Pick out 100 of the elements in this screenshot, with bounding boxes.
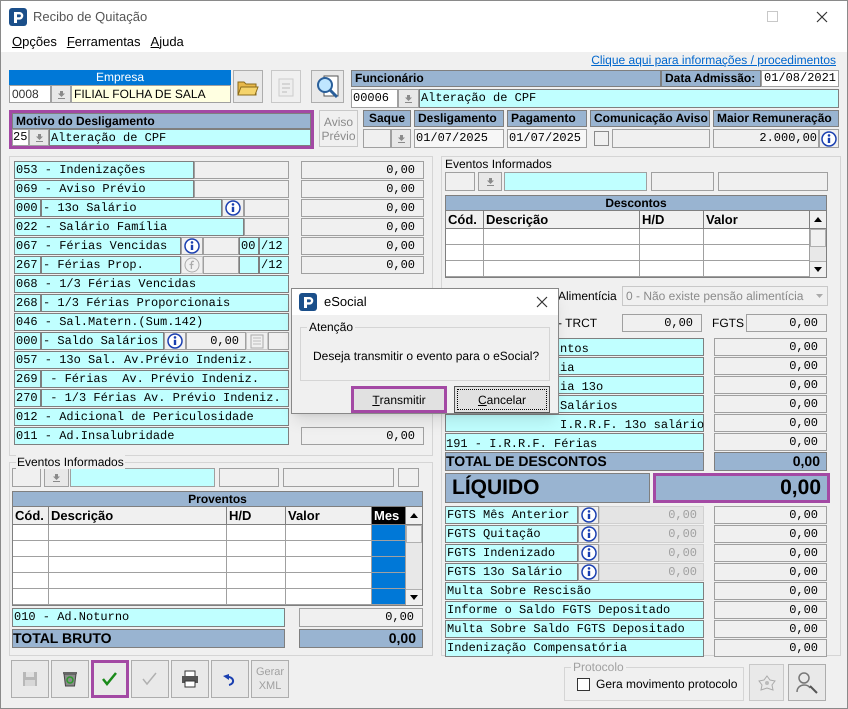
amount-field[interactable]: 0,00 xyxy=(714,433,827,451)
toolbar-button[interactable] xyxy=(211,660,249,698)
table-cell[interactable] xyxy=(484,245,640,261)
table-cell[interactable] xyxy=(286,525,372,541)
table-cell[interactable] xyxy=(704,245,810,261)
scroll-up-button[interactable] xyxy=(406,507,423,525)
close-icon[interactable] xyxy=(536,296,548,308)
amount-field[interactable]: 0,00 xyxy=(714,414,827,432)
amount-field[interactable]: 0,00 xyxy=(714,601,827,619)
company-field[interactable]: FILIAL FOLHA DE SALA xyxy=(71,85,231,103)
empty-field[interactable] xyxy=(283,468,394,487)
dropdown-button[interactable] xyxy=(478,172,502,191)
amount-field[interactable]: 0,00 xyxy=(186,332,246,350)
info-button[interactable] xyxy=(578,563,599,581)
amount-field[interactable]: 0,00 xyxy=(714,639,827,657)
toolbar-button[interactable] xyxy=(171,660,209,698)
date-field[interactable]: 01/07/2025 xyxy=(507,129,587,148)
dialog-button[interactable]: Cancelar xyxy=(454,386,550,413)
table-cell[interactable] xyxy=(49,541,227,557)
amount-field[interactable]: 0,00 xyxy=(622,314,702,332)
column-header[interactable]: Valor xyxy=(704,211,810,229)
table-cell[interactable] xyxy=(13,557,49,573)
table-cell[interactable] xyxy=(13,573,49,589)
empty-field[interactable] xyxy=(219,468,279,487)
dropdown-button[interactable] xyxy=(51,85,71,103)
info-button[interactable] xyxy=(164,332,186,350)
date-field[interactable]: 01/08/2021 xyxy=(761,70,839,87)
dropdown-button[interactable] xyxy=(391,129,411,148)
code-field[interactable]: 00006 xyxy=(351,89,398,108)
help-link[interactable]: Clique aqui para informações / procedimentos xyxy=(591,52,836,68)
table-cell[interactable] xyxy=(640,229,704,245)
employee-field[interactable]: Alteração de CPF xyxy=(419,89,839,108)
scrollbar[interactable] xyxy=(406,525,423,605)
dialog-button[interactable]: Transmitir xyxy=(351,386,447,413)
amount-field[interactable]: 0,00 xyxy=(714,563,827,581)
column-header[interactable]: Valor xyxy=(286,507,372,525)
table-cell[interactable] xyxy=(372,541,406,557)
amount-field[interactable]: 0,00 xyxy=(301,161,424,179)
table-cell[interactable] xyxy=(13,589,49,605)
scrollbar-thumb[interactable] xyxy=(406,525,422,543)
table-cell[interactable] xyxy=(227,573,286,589)
info-button[interactable] xyxy=(181,237,203,255)
table-cell[interactable] xyxy=(372,589,406,605)
amount-field[interactable]: 0,00 xyxy=(714,620,827,638)
column-header[interactable]: Descrição xyxy=(49,507,227,525)
empty-field[interactable] xyxy=(651,172,714,191)
dropdown-button[interactable] xyxy=(44,468,69,487)
column-header[interactable]: H/D xyxy=(640,211,704,229)
table-cell[interactable] xyxy=(640,245,704,261)
event-field[interactable] xyxy=(70,468,215,487)
amount-field[interactable]: 0,00 xyxy=(714,395,827,413)
amount-field[interactable]: 0,00 xyxy=(301,199,424,217)
count-field[interactable] xyxy=(239,256,259,274)
empty-field[interactable] xyxy=(12,468,41,487)
table-cell[interactable] xyxy=(372,525,406,541)
dropdown-button[interactable] xyxy=(398,89,419,108)
count-field[interactable]: 00 xyxy=(239,237,259,255)
table-cell[interactable] xyxy=(704,229,810,245)
dropdown-button[interactable] xyxy=(29,129,49,146)
code-field[interactable]: 25 xyxy=(12,129,29,146)
table-cell[interactable] xyxy=(49,557,227,573)
table-cell[interactable] xyxy=(484,261,640,277)
table-cell[interactable] xyxy=(49,525,227,541)
table-cell[interactable] xyxy=(286,589,372,605)
column-header[interactable]: Mes xyxy=(372,507,406,525)
info-button[interactable] xyxy=(578,506,599,524)
table-cell[interactable] xyxy=(446,245,484,261)
amount-field[interactable]: 0,00 xyxy=(301,237,424,255)
toolbar-button[interactable] xyxy=(311,70,344,103)
info-button[interactable] xyxy=(578,544,599,562)
table-cell[interactable] xyxy=(227,541,286,557)
amount-field[interactable]: 0,00 xyxy=(746,314,827,332)
table-cell[interactable] xyxy=(13,541,49,557)
amount-field[interactable]: 0,00 xyxy=(299,608,423,627)
empty-field[interactable] xyxy=(612,129,710,148)
table-cell[interactable] xyxy=(13,525,49,541)
amount-field[interactable]: 0,00 xyxy=(301,218,424,236)
info-button[interactable] xyxy=(819,129,839,148)
empty-field[interactable] xyxy=(445,172,475,191)
menu-item[interactable]: Ferramentas xyxy=(62,32,146,52)
table-cell[interactable] xyxy=(484,229,640,245)
table-cell[interactable] xyxy=(372,557,406,573)
amount-field[interactable]: 0,00 xyxy=(714,506,827,524)
amount-field[interactable]: 0,00 xyxy=(714,525,827,543)
column-header[interactable]: Descrição xyxy=(484,211,640,229)
info-button[interactable] xyxy=(578,525,599,543)
close-icon[interactable] xyxy=(816,10,828,22)
info-button[interactable] xyxy=(222,199,244,217)
amount-field[interactable]: 2.000,00 xyxy=(713,129,819,148)
table-cell[interactable] xyxy=(446,261,484,277)
column-header[interactable]: Cód. xyxy=(446,211,484,229)
table-cell[interactable] xyxy=(704,261,810,277)
scroll-up-button[interactable] xyxy=(810,211,827,229)
amount-field[interactable]: 0,00 xyxy=(714,357,827,375)
table-cell[interactable] xyxy=(227,525,286,541)
amount-field[interactable]: 0,00 xyxy=(301,180,424,198)
column-header[interactable]: H/D xyxy=(227,507,286,525)
table-cell[interactable] xyxy=(227,589,286,605)
table-cell[interactable] xyxy=(286,557,372,573)
amount-field[interactable]: 0,00 xyxy=(714,582,827,600)
